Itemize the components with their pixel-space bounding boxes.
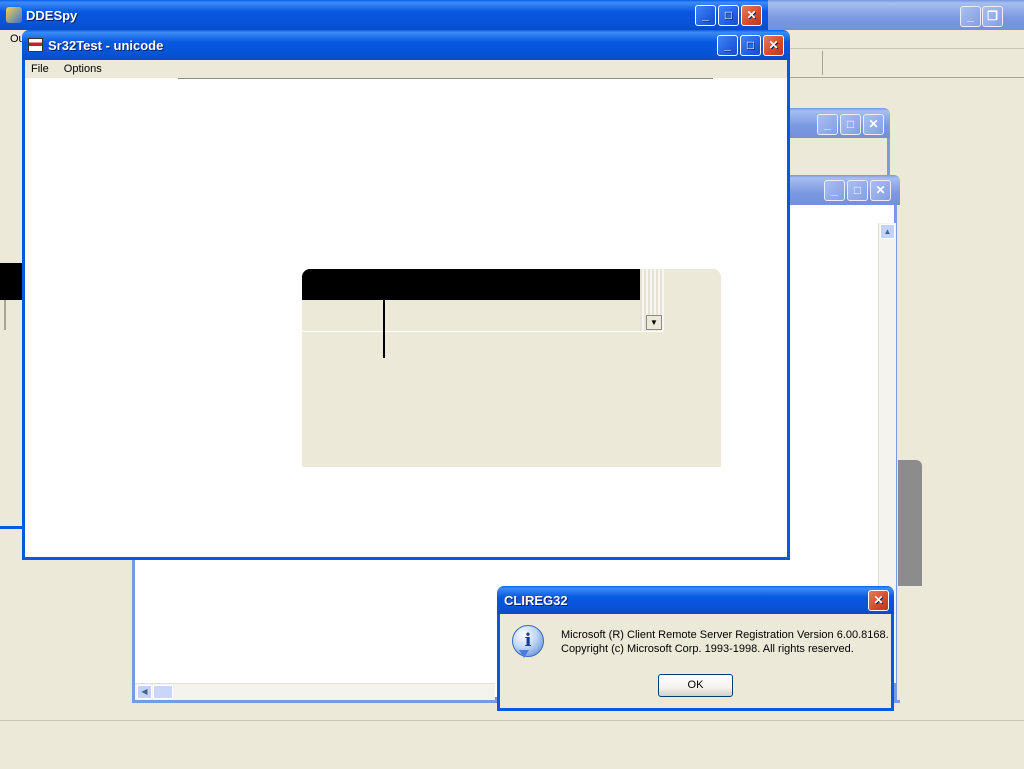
panel-field-line bbox=[302, 331, 664, 332]
grey-panel bbox=[898, 460, 922, 586]
ok-button[interactable]: OK bbox=[658, 674, 733, 697]
ddespy-title: DDESpy bbox=[26, 8, 78, 23]
sr32-window: Sr32Test - unicode _ □ ✕ File Options ▼ bbox=[22, 30, 790, 560]
close-icon[interactable]: ✕ bbox=[870, 180, 891, 201]
text-cursor bbox=[383, 300, 385, 358]
maximize-icon[interactable]: □ bbox=[740, 35, 761, 56]
close-icon[interactable]: ✕ bbox=[741, 5, 762, 26]
clireg-titlebar: CLIREG32 ✕ bbox=[497, 586, 894, 614]
close-icon[interactable]: ✕ bbox=[868, 590, 889, 611]
embedded-panel: ▼ bbox=[302, 269, 721, 467]
minimize-icon[interactable]: _ bbox=[817, 114, 838, 135]
menu-file[interactable]: File bbox=[25, 60, 55, 78]
close-icon[interactable]: ✕ bbox=[863, 114, 884, 135]
sr32-menubar: File Options bbox=[25, 60, 787, 78]
close-icon[interactable]: ✕ bbox=[763, 35, 784, 56]
menu-options[interactable]: Options bbox=[58, 60, 108, 78]
sr32-titlebar: Sr32Test - unicode _ □ ✕ bbox=[22, 30, 790, 60]
maximize-icon[interactable]: □ bbox=[718, 5, 739, 26]
desktop-background bbox=[0, 720, 1024, 769]
scroll-thumb[interactable] bbox=[153, 685, 173, 699]
minimize-icon[interactable]: _ bbox=[695, 5, 716, 26]
background-window-right-toolbar bbox=[760, 48, 1024, 78]
ddespy-client-area bbox=[0, 50, 24, 528]
middle-window-1: _ □ ✕ bbox=[788, 108, 890, 178]
sr32-title: Sr32Test - unicode bbox=[48, 38, 164, 53]
middle-window-2-titlebar: _ □ ✕ bbox=[788, 175, 900, 205]
info-icon-tail bbox=[519, 650, 529, 658]
minimize-icon[interactable]: _ bbox=[824, 180, 845, 201]
clireg-message-line-2: Copyright (c) Microsoft Corp. 1993-1998.… bbox=[561, 643, 854, 655]
background-window-right: _ ❐ bbox=[760, 0, 1024, 78]
clireg-dialog: CLIREG32 ✕ i Microsoft (R) Client Remote… bbox=[497, 586, 894, 711]
background-window-right-titlebar: _ ❐ bbox=[760, 0, 1024, 30]
horizontal-scrollbar[interactable]: ◀ bbox=[135, 683, 495, 700]
sr32-app-icon bbox=[28, 38, 43, 52]
maximize-icon[interactable]: □ bbox=[840, 114, 861, 135]
scroll-left-icon[interactable]: ◀ bbox=[137, 685, 152, 699]
maximize-icon[interactable]: □ bbox=[847, 180, 868, 201]
ddespy-titlebar: DDESpy _ □ ✕ bbox=[0, 0, 768, 30]
minimize-icon[interactable]: _ bbox=[960, 6, 981, 27]
top-divider bbox=[178, 78, 713, 79]
scroll-up-icon[interactable]: ▲ bbox=[880, 224, 895, 239]
panel-black-header bbox=[302, 269, 640, 300]
dropdown-arrow-icon[interactable]: ▼ bbox=[646, 315, 662, 330]
clireg-title: CLIREG32 bbox=[504, 593, 568, 608]
clireg-message-line-1: Microsoft (R) Client Remote Server Regis… bbox=[561, 629, 889, 641]
restore-icon[interactable]: ❐ bbox=[982, 6, 1003, 27]
minimize-icon[interactable]: _ bbox=[717, 35, 738, 56]
ddespy-app-icon bbox=[6, 7, 22, 23]
middle-window-1-titlebar: _ □ ✕ bbox=[788, 108, 890, 138]
sr32-client-area: ▼ bbox=[25, 78, 787, 557]
